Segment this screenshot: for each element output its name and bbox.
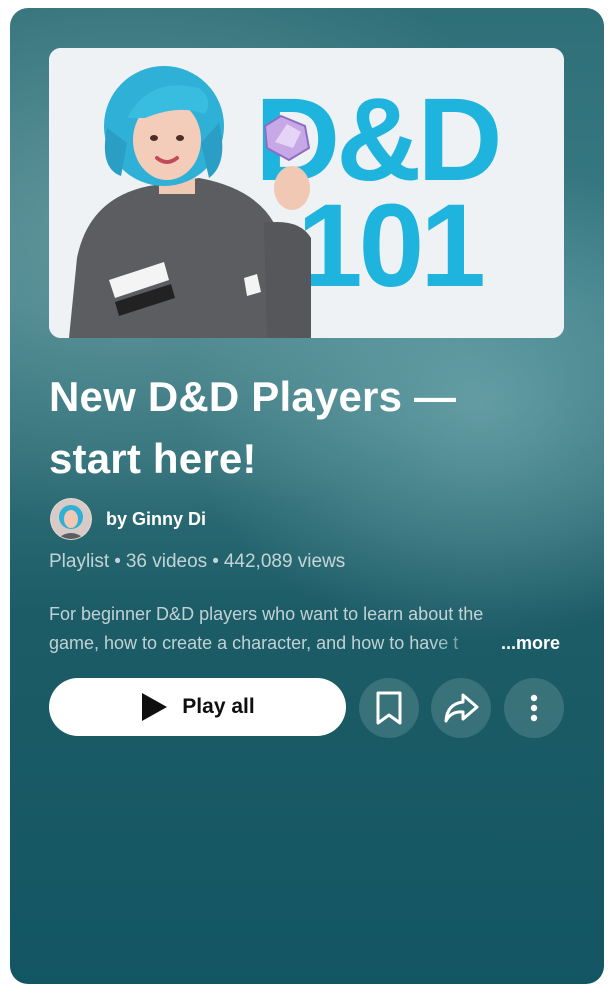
avatar[interactable] [50, 498, 92, 540]
play-all-label: Play all [182, 695, 255, 718]
author-name[interactable]: by Ginny Di [106, 509, 206, 530]
playlist-header-card: D&D 101 New D&D Players — start here! by… [10, 8, 604, 984]
more-actions-button[interactable] [504, 678, 564, 738]
meta-separator: • [212, 551, 219, 572]
save-button[interactable] [359, 678, 419, 738]
thumbnail-text-101: 101 [297, 180, 483, 312]
playlist-type: Playlist [49, 551, 110, 572]
thumbnail-image: D&D 101 [49, 48, 564, 338]
play-all-button[interactable]: Play all [49, 678, 346, 736]
playlist-title: New D&D Players — start here! [49, 366, 569, 490]
playlist-title-line1: New D&D Players — [49, 373, 457, 420]
playlist-meta: Playlist • 36 videos • 442,089 views [49, 551, 345, 573]
author-row[interactable]: by Ginny Di [50, 498, 206, 540]
more-vertical-icon [530, 694, 538, 722]
playlist-thumbnail[interactable]: D&D 101 [49, 48, 564, 338]
share-button[interactable] [431, 678, 491, 738]
meta-separator: • [114, 551, 121, 572]
avatar-image [51, 499, 91, 539]
description-line1: For beginner D&D players who want to lea… [49, 604, 484, 624]
playlist-description[interactable]: For beginner D&D players who want to lea… [49, 600, 569, 658]
view-count: 442,089 views [223, 551, 346, 572]
more-link[interactable]: ...more [501, 629, 560, 658]
description-line2: game, how to create a character, and how… [49, 633, 459, 653]
playlist-title-line2: start here! [49, 435, 257, 482]
share-icon [444, 693, 479, 723]
video-count: 36 videos [125, 551, 208, 572]
bookmark-icon [376, 691, 402, 725]
play-icon [142, 693, 168, 721]
